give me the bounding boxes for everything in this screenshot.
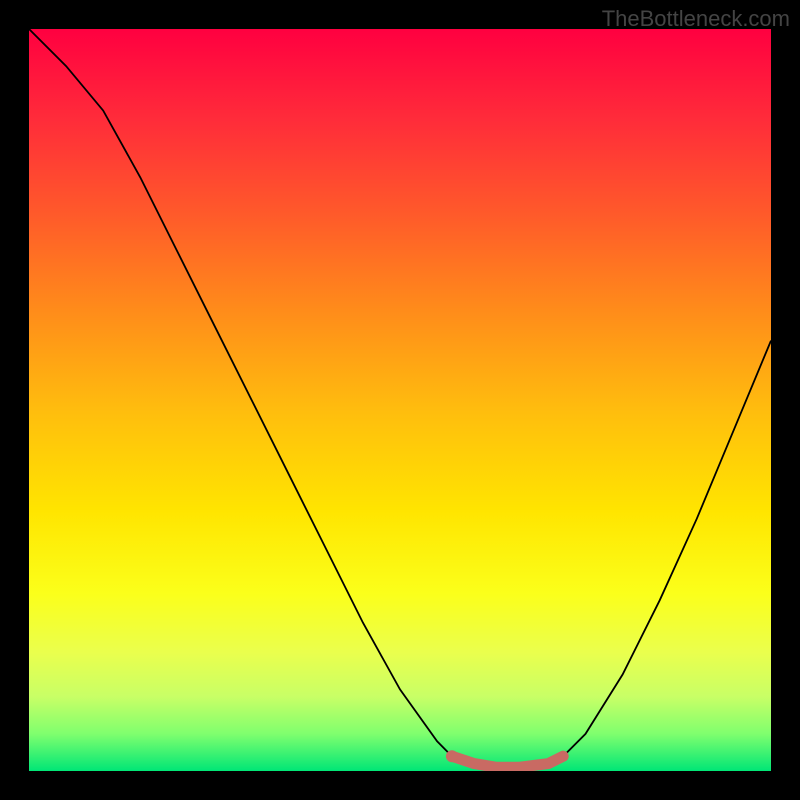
optimal-range-highlight	[29, 29, 771, 771]
watermark-text: TheBottleneck.com	[602, 6, 790, 32]
chart-plot-area	[29, 29, 771, 771]
